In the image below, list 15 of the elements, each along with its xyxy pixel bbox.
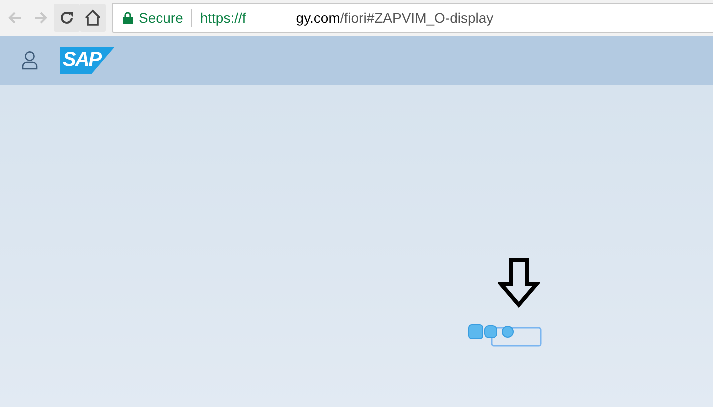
url-text: gy.com — [296, 10, 340, 26]
security-label: Secure — [139, 10, 184, 26]
user-button[interactable] — [22, 51, 38, 70]
url-text: https://f — [200, 10, 246, 26]
reload-button[interactable] — [54, 4, 80, 32]
home-icon — [84, 9, 102, 27]
home-button[interactable] — [80, 4, 106, 32]
lock-icon — [123, 12, 133, 24]
address-bar[interactable]: Secure https://f gy.com/fiori#ZAPVIM_O-display — [112, 3, 713, 33]
back-arrow-icon — [7, 10, 23, 26]
reload-icon — [59, 10, 75, 26]
user-icon — [22, 51, 38, 70]
down-arrow-icon — [498, 258, 540, 308]
forward-arrow-icon — [33, 10, 49, 26]
url-text: /fiori#ZAPVIM_O-display — [340, 10, 494, 26]
